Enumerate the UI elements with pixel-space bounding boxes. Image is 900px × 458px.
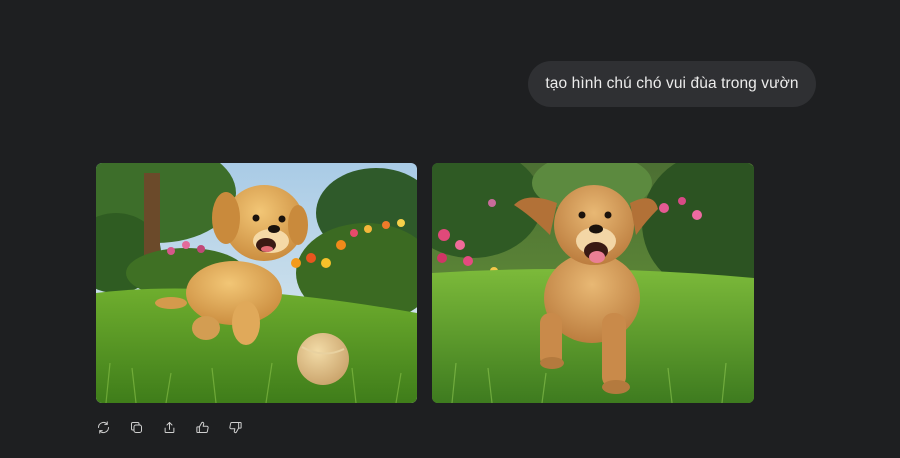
chat-thread: tạo hình chú chó vui đùa trong vườn	[0, 0, 900, 458]
copy-icon	[130, 421, 142, 433]
generated-images	[96, 163, 754, 403]
message-actions	[94, 418, 244, 436]
generated-image-1[interactable]	[96, 163, 417, 403]
share-icon	[164, 421, 174, 433]
puppy-with-ball-image	[96, 163, 417, 403]
thumbs-up-button[interactable]	[193, 418, 211, 436]
regenerate-button[interactable]	[94, 418, 112, 436]
regenerate-icon	[97, 420, 109, 434]
thumbs-up-icon	[195, 421, 209, 433]
dog-running-in-garden-image	[432, 163, 754, 403]
user-message-text: tạo hình chú chó vui đùa trong vườn	[545, 75, 799, 92]
copy-button[interactable]	[127, 418, 145, 436]
user-message-bubble: tạo hình chú chó vui đùa trong vườn	[528, 61, 816, 107]
thumbs-down-icon	[228, 421, 242, 433]
thumbs-down-button[interactable]	[226, 418, 244, 436]
generated-image-2[interactable]	[432, 163, 754, 403]
share-button[interactable]	[160, 418, 178, 436]
